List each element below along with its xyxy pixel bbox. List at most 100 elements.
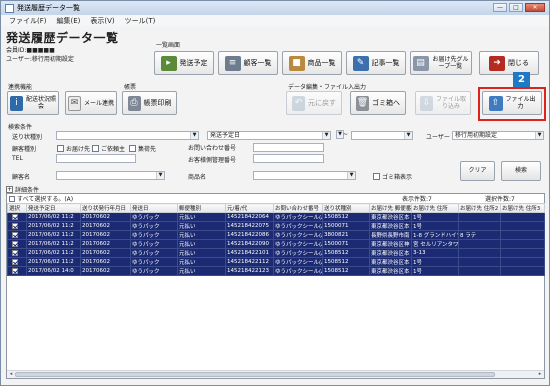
scroll-left-icon[interactable]: ◂ [7, 371, 15, 378]
moto-ni-modosu-button[interactable]: ↶ 元に戻す [286, 91, 342, 115]
expand-icon: + [6, 186, 13, 193]
okurijo-shubetsu-label: 送り状種別 [12, 134, 43, 141]
table-cell: ゆうパックシール(A [273, 266, 323, 276]
row-checkbox[interactable] [12, 214, 18, 220]
table-row[interactable]: 2017/06/02 14:0 20170602 ゆうパック 元払い 145218422… [7, 266, 545, 276]
minimize-button[interactable]: — [493, 3, 507, 12]
otodoke-group-button[interactable]: ▤ お届け先グループ一覧 [410, 51, 472, 75]
column-header[interactable]: お届け先 住所3 [500, 203, 545, 213]
table-cell [500, 230, 545, 240]
shuka-checkbox-label: 集荷先 [138, 146, 157, 153]
table-cell: 20170602 [80, 266, 131, 276]
select-cell[interactable] [7, 212, 27, 222]
app-icon [5, 3, 14, 13]
kokyaku-ichiran-button[interactable]: ≡ 顧客一覧 [218, 51, 278, 75]
date-type-value: 発送予定日 [210, 132, 241, 139]
column-header[interactable]: 選択 [7, 203, 27, 213]
column-header[interactable]: 送り状種別 [322, 203, 370, 213]
group-label-renkei: 連携機能 [8, 84, 33, 91]
column-header[interactable]: 元/着/代 [225, 203, 274, 213]
table-row[interactable]: 2017/06/02 11:2 20170602 ゆうパック 元払い 145218422… [7, 221, 545, 231]
table-row[interactable]: 2017/06/02 11:2 20170602 ゆうパック 元払い 145218422… [7, 257, 545, 267]
date-type-select[interactable]: 発送予定日 ▼ [207, 131, 331, 140]
close-window-button[interactable]: ✕ [525, 3, 545, 12]
row-checkbox[interactable] [12, 250, 18, 256]
select-cell[interactable] [7, 239, 27, 249]
list-header-bar: すべて選択する。(A) [7, 194, 544, 203]
kokyakumei-select[interactable]: ▼ [56, 171, 165, 180]
selected-count: 選択件数:7 [485, 196, 515, 203]
chevron-down-icon: ▼ [404, 132, 412, 139]
column-header[interactable]: 発送日 [130, 203, 178, 213]
column-header[interactable]: 送り状発行年月日 [80, 203, 131, 213]
table-cell: ゆうパック [130, 212, 178, 222]
table-cell: 元払い [177, 248, 226, 258]
table-row[interactable]: 2017/06/02 11:2 20170602 ゆうパック 元払い 145218422… [7, 212, 545, 222]
highlight-frame [478, 87, 546, 121]
scroll-right-icon[interactable]: ▸ [536, 371, 544, 378]
row-checkbox[interactable] [12, 232, 18, 238]
hasso-yotei-button[interactable]: ▸ 発送予定 [154, 51, 214, 75]
row-checkbox[interactable] [12, 223, 18, 229]
table-cell: ゆうパックシール(A [273, 239, 323, 249]
chohyo-insatsu-button[interactable]: ⎙ 帳票印刷 [122, 91, 177, 115]
table-row[interactable]: 2017/06/02 11:2 20170602 ゆうパック 元払い 145218422… [7, 239, 545, 249]
file-torikomi-label: ファイル取り込み [436, 96, 467, 110]
step-badge: 2 [513, 72, 530, 87]
date-to-select[interactable]: ▼ [351, 131, 413, 140]
kokyaku-kanri-input[interactable] [253, 154, 324, 163]
column-header[interactable]: お届け先 郵便番号 [369, 203, 412, 213]
scrollbar-thumb[interactable] [15, 372, 495, 377]
select-cell[interactable] [7, 266, 27, 276]
column-header[interactable]: お届け先 住所2 [458, 203, 501, 213]
column-header[interactable]: お届け先 住所 [411, 203, 459, 213]
gomibako-hyoji-checkbox[interactable]: ゴミ箱表示 [373, 172, 412, 181]
column-header[interactable]: 郵便種別 [177, 203, 226, 213]
irainushi-checkbox[interactable]: ご依頼主 [92, 144, 125, 153]
select-cell[interactable] [7, 221, 27, 231]
select-cell[interactable] [7, 248, 27, 258]
row-checkbox[interactable] [12, 241, 18, 247]
select-cell[interactable] [7, 257, 27, 267]
mail-renkei-button[interactable]: ✉ メール連携 [65, 91, 117, 115]
window-controls: — □ ✕ [493, 3, 545, 12]
gomibako-button[interactable]: 🗑 ゴミ箱へ [350, 91, 406, 115]
table-cell: ゆうパック [130, 266, 178, 276]
table-cell: 145218422075 [225, 221, 274, 231]
menu-view[interactable]: 表示(V) [90, 16, 114, 26]
maximize-button[interactable]: □ [509, 3, 523, 12]
table-cell: ゆうパック [130, 230, 178, 240]
notebook-icon: ✎ [352, 55, 369, 71]
row-checkbox[interactable] [12, 259, 18, 265]
column-header[interactable]: 発送予定日 [26, 203, 81, 213]
table-cell: ゆうパックシール(A [273, 230, 323, 240]
kiji-ichiran-button[interactable]: ✎ 記事一覧 [346, 51, 406, 75]
tel-input[interactable] [56, 154, 136, 163]
select-cell[interactable] [7, 230, 27, 240]
menu-tools[interactable]: ツール(T) [125, 16, 156, 26]
file-torikomi-button[interactable]: ⇩ ファイル取り込み [415, 91, 471, 115]
table-cell: ゆうパックシール(A [273, 248, 323, 258]
menu-edit[interactable]: 編集(E) [57, 16, 81, 26]
haisou-joukyou-button[interactable]: i 配送状況照会 [7, 91, 59, 115]
select-all-checkbox[interactable]: すべて選択する。(A) [9, 194, 73, 203]
row-checkbox[interactable] [12, 268, 18, 274]
otodoke-checkbox[interactable]: お届け先 [57, 144, 90, 153]
toiawase-input[interactable] [253, 143, 324, 152]
table-row[interactable]: 2017/06/02 11:2 20170602 ゆうパック 元払い 145218422… [7, 230, 545, 240]
close-button[interactable]: ➜ 閉じる [479, 51, 539, 75]
shuka-checkbox[interactable]: 集荷先 [129, 144, 156, 153]
table-cell: 20170602 [80, 212, 131, 222]
shohinmei-select[interactable]: ▼ [253, 171, 356, 180]
column-header[interactable]: お問い合わせ番号 [273, 203, 323, 213]
clear-button[interactable]: クリア [460, 161, 495, 181]
horizontal-scrollbar[interactable]: ◂ ▸ [7, 370, 544, 378]
menu-file[interactable]: ファイル(F) [9, 16, 47, 26]
okurijo-shubetsu-select[interactable]: ▼ [56, 131, 199, 140]
table-cell: 東京都渋谷区本 [369, 221, 412, 231]
user-select[interactable]: 移行用初期設定 ▼ [452, 131, 544, 140]
table-row[interactable]: 2017/06/02 11:2 20170602 ゆうパック 元払い 145218422… [7, 248, 545, 258]
search-button[interactable]: 検索 [501, 161, 541, 181]
date-from-dropdown[interactable]: ▼ [335, 130, 344, 140]
shohin-ichiran-button[interactable]: ■ 商品一覧 [282, 51, 342, 75]
